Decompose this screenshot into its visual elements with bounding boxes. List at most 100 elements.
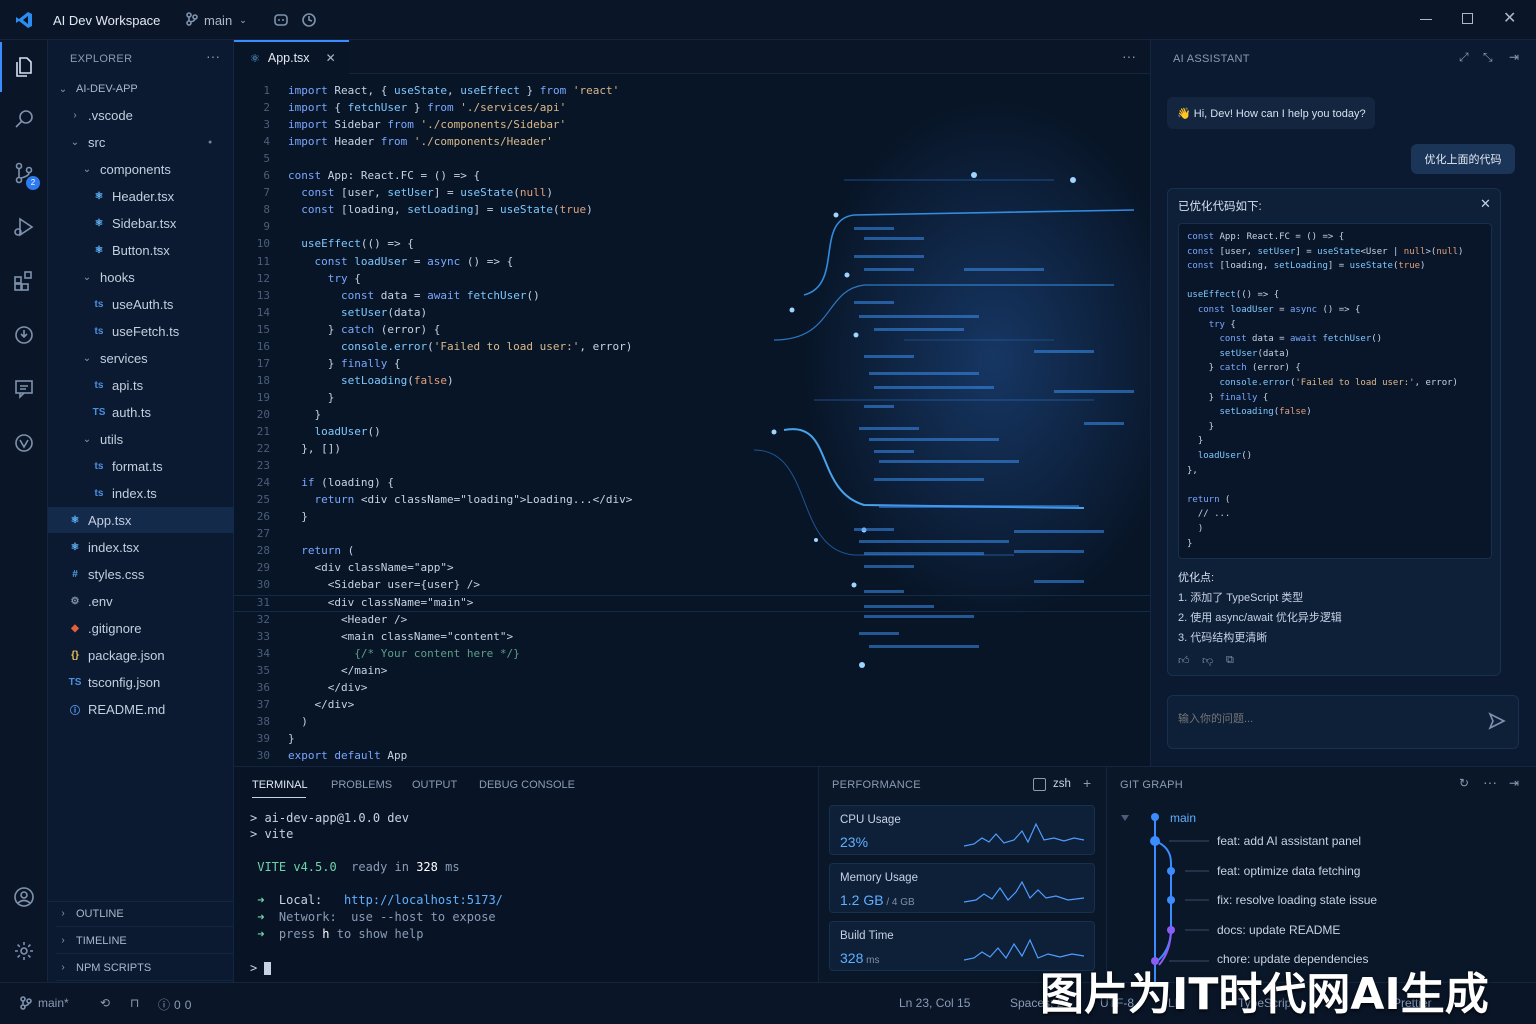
tree-item-env[interactable]: ⚙ .env — [48, 588, 234, 614]
tree-item-src[interactable]: ⌄ src ● — [48, 129, 234, 155]
collapse-panel-icon[interactable]: ⇥ — [1509, 50, 1519, 64]
extensions-icon[interactable] — [0, 256, 48, 306]
tree-item-useauthts[interactable]: ts useAuth.ts — [48, 291, 234, 317]
close-window-icon[interactable]: ✕ — [1503, 11, 1516, 27]
timeline-icon[interactable] — [0, 310, 48, 360]
reply-code-block[interactable]: const App: React.FC = () => {const [user… — [1178, 223, 1492, 559]
settings-gear-icon[interactable] — [0, 926, 48, 976]
expand-icon[interactable]: ⤡ — [1483, 50, 1493, 65]
explorer-panel: EXPLORER ··· ⌄ AI-DEV-APP › .vscode ⌄ src ● ⌄… — [48, 40, 234, 982]
line-number: 11 — [256, 254, 270, 268]
explorer-icon[interactable] — [0, 42, 48, 92]
source-control-icon[interactable]: 2 — [0, 148, 48, 198]
commit-item[interactable]: docs: update README — [1217, 923, 1340, 937]
code-line: <div className="main"> — [288, 595, 474, 609]
account-icon[interactable] — [0, 872, 48, 922]
sync-icon[interactable]: ⟲ — [100, 996, 110, 1010]
tree-item-vscode[interactable]: › .vscode — [48, 102, 234, 128]
tree-item-usefetchts[interactable]: ts useFetch.ts — [48, 318, 234, 344]
shell-label[interactable]: zsh — [1053, 778, 1071, 790]
section-npm-scripts[interactable]: › NPM SCRIPTS — [56, 955, 234, 981]
open-external-icon[interactable]: ⤢ — [1459, 50, 1469, 65]
reply-code-line: console.error('Failed to load user:', er… — [1219, 378, 1458, 388]
git-more-icon[interactable]: ··· — [1483, 774, 1497, 790]
tree-item-tsconfigjson[interactable]: TS tsconfig.json — [48, 669, 234, 695]
user-message-text: 优化上面的代码 — [1424, 154, 1502, 166]
git-collapse-icon[interactable]: ⇥ — [1509, 776, 1519, 790]
maximize-icon[interactable] — [1462, 13, 1473, 24]
tree-item-indextsx[interactable]: ⚛ index.tsx — [48, 534, 234, 560]
tab-app-tsx[interactable]: ⚛ App.tsx ✕ — [234, 40, 349, 74]
tree-item-hooks[interactable]: ⌄ hooks — [48, 264, 234, 290]
history-icon[interactable] — [301, 12, 317, 31]
tree-item-utils[interactable]: ⌄ utils — [48, 426, 234, 452]
problems-status[interactable]: ⓘ 0 0 — [158, 996, 191, 1013]
tab-debug-console[interactable]: DEBUG CONSOLE — [479, 779, 575, 791]
tree-item-formatts[interactable]: ts format.ts — [48, 453, 234, 479]
copilot-icon[interactable] — [273, 12, 289, 31]
tab-label: App.tsx — [267, 51, 310, 65]
terminal-help-line: ➜ press h to show help — [257, 927, 424, 941]
code-line: useEffect(() => { — [301, 237, 414, 251]
perf-card-value: 328 ms — [840, 950, 879, 966]
tree-item-label: .vscode — [88, 107, 133, 123]
tree-item-indexts[interactable]: ts index.ts — [48, 480, 234, 506]
close-reply-icon[interactable]: ✕ — [1480, 196, 1491, 212]
tree-item-stylescss[interactable]: # styles.css — [48, 561, 234, 587]
chat-input-box[interactable] — [1167, 695, 1519, 749]
code-line: console.error('Failed to load user:', er… — [340, 339, 633, 353]
tree-item-packagejson[interactable]: {} package.json — [48, 642, 234, 668]
tree-item-readmemd[interactable]: ⓘ README.md — [48, 696, 234, 722]
more-actions-icon[interactable]: ··· — [206, 48, 220, 64]
tree-item-apits[interactable]: ts api.ts — [48, 372, 234, 398]
add-terminal-icon[interactable]: + — [1083, 775, 1091, 791]
commit-item[interactable]: fix: resolve loading state issue — [1217, 893, 1377, 907]
sparkline — [964, 938, 1085, 961]
terminal-output[interactable]: > ai-dev-app@1.0.0 dev > vite VITE v4.5.0… — [250, 811, 810, 981]
tree-item-services[interactable]: ⌄ services — [48, 345, 234, 371]
thumbs-up-icon[interactable]: 👍︎ — [1178, 654, 1190, 667]
code-line: } finally { — [288, 356, 401, 370]
git-branch-label[interactable]: main — [1170, 811, 1196, 825]
chat-input[interactable] — [1178, 713, 1458, 725]
chat-icon[interactable] — [0, 364, 48, 414]
branch-label: main — [204, 13, 233, 28]
status-branch[interactable]: main* — [20, 996, 69, 1010]
search-icon[interactable] — [0, 94, 48, 144]
tree-item-buttontsx[interactable]: ⚛ Button.tsx — [48, 237, 234, 263]
copilot-agent-icon[interactable] — [0, 418, 48, 468]
branch-selector[interactable]: main ⌄ — [186, 12, 247, 29]
terminal-shell-icon[interactable] — [1033, 778, 1046, 791]
send-icon[interactable] — [1488, 712, 1506, 733]
commit-item[interactable]: feat: optimize data fetching — [1217, 864, 1360, 878]
minimize-icon[interactable] — [1420, 19, 1432, 20]
refresh-icon[interactable]: ↻ — [1459, 776, 1469, 790]
project-root[interactable]: ⌄ AI-DEV-APP — [56, 76, 138, 102]
line-number: 2 — [263, 101, 270, 115]
tab-problems[interactable]: PROBLEMS — [331, 779, 392, 791]
tree-item-sidebartsx[interactable]: ⚛ Sidebar.tsx — [48, 210, 234, 236]
thumbs-down-icon[interactable]: 👎︎ — [1202, 654, 1213, 667]
tree-item-gitignore[interactable]: ◆ .gitignore — [48, 615, 234, 641]
tree-item-authts[interactable]: TS auth.ts — [48, 399, 234, 425]
copy-icon[interactable]: ⧉ — [1226, 654, 1234, 667]
reply-code-line: }, — [1187, 465, 1198, 476]
tree-item-headertsx[interactable]: ⚛ Header.tsx — [48, 183, 234, 209]
section-outline[interactable]: › OUTLINE — [56, 901, 234, 927]
tree-item-components[interactable]: ⌄ components — [48, 156, 234, 182]
section-timeline[interactable]: › TIMELINE — [56, 928, 234, 954]
cursor-position[interactable]: Ln 23, Col 15 — [899, 996, 970, 1010]
commit-item[interactable]: feat: add AI assistant panel — [1217, 834, 1361, 848]
tab-output[interactable]: OUTPUT — [412, 779, 457, 791]
bell-icon[interactable]: ⊓ — [130, 996, 139, 1010]
ts-file-icon: ts — [94, 379, 104, 391]
tree-item-apptsx[interactable]: ⚛ App.tsx — [48, 507, 234, 533]
run-debug-icon[interactable] — [0, 202, 48, 252]
code-line: loadUser() — [314, 425, 381, 438]
git-graph-title: GIT GRAPH — [1120, 779, 1184, 791]
code-view[interactable]: 1 import React, { useState, useEffect } f… — [234, 84, 1150, 766]
tab-close-icon[interactable]: ✕ — [326, 51, 336, 65]
line-number: 13 — [256, 288, 270, 302]
editor-more-icon[interactable]: ··· — [1122, 48, 1136, 64]
tab-terminal[interactable]: TERMINAL — [252, 779, 308, 791]
